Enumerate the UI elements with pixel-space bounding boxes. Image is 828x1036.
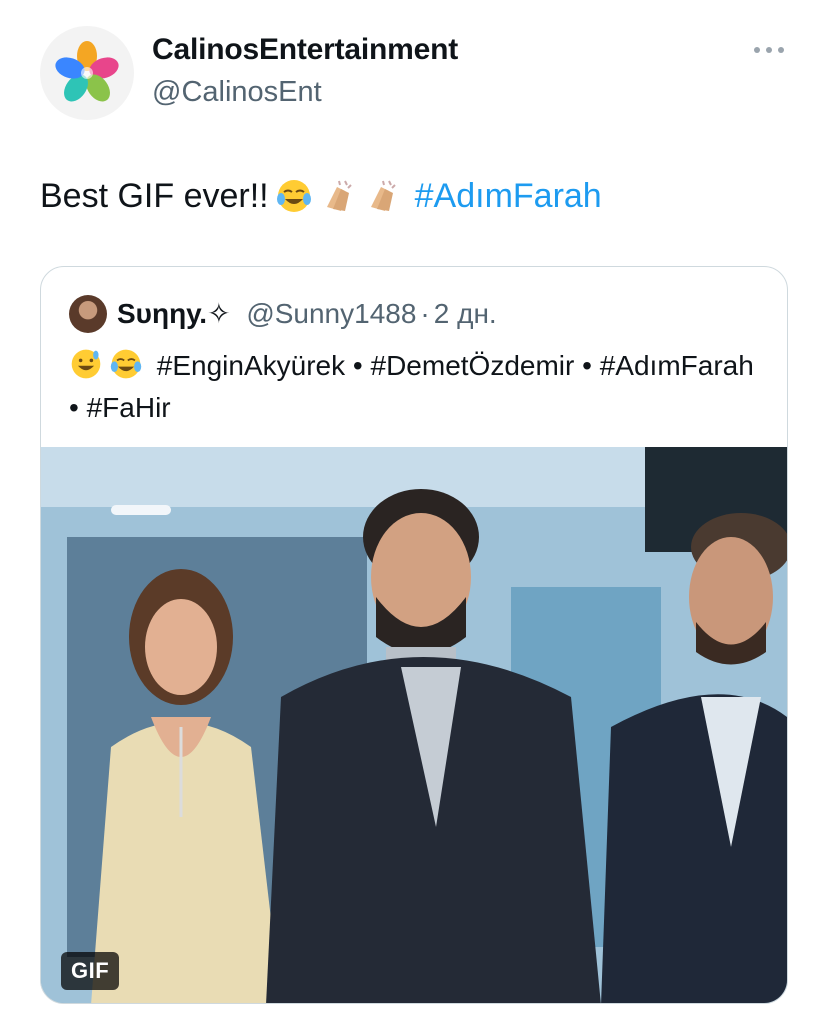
gif-frame-illustration (41, 447, 787, 1003)
clapping-hands-icon (363, 177, 401, 215)
quoted-tweet-header: Sυηηу.✧ @Sunny1488 · 2 дн. (117, 295, 497, 333)
quoted-tweet-text: #EnginAkyürek • #DemetÖzdemir • #AdımFar… (69, 345, 769, 429)
quoted-author-avatar[interactable] (69, 295, 107, 333)
bullet: • (352, 350, 363, 381)
clapping-hands-icon (319, 177, 357, 215)
face-with-tears-of-joy-icon (109, 347, 143, 381)
gif-badge: GIF (61, 952, 120, 990)
face-with-tears-of-joy-icon (275, 177, 313, 215)
hashtag-text[interactable]: #FaHir (87, 392, 171, 423)
quoted-author-handle[interactable]: @Sunny1488 (246, 298, 416, 329)
tweet-text: Best GIF ever!! (40, 177, 269, 215)
flower-logo-icon (55, 41, 119, 102)
bullet: • (582, 350, 592, 381)
hashtag-text[interactable]: #DemetÖzdemir (371, 350, 575, 381)
author-handle[interactable]: @CalinosEnt (152, 76, 322, 109)
gif-media[interactable]: GIF (41, 447, 787, 1003)
meta-separator: · (420, 298, 430, 329)
author-display-name[interactable]: CalinosEntertainment (152, 33, 458, 67)
hashtag-text[interactable]: #AdımFarah (600, 350, 754, 381)
tweet-body: Best GIF ever!! #AdımFarah (40, 176, 602, 216)
more-options-icon[interactable] (754, 40, 784, 60)
bullet: • (69, 392, 79, 423)
hashtag-text[interactable]: #EnginAkyürek (157, 350, 345, 381)
quoted-tweet-time[interactable]: 2 дн. (434, 298, 497, 329)
quoted-tweet-card[interactable]: Sυηηу.✧ @Sunny1488 · 2 дн. #EnginAkyürek •… (40, 266, 788, 1004)
author-avatar[interactable] (40, 26, 134, 120)
hashtag-link[interactable]: #AdımFarah (415, 176, 602, 216)
quoted-author-name[interactable]: Sυηηу.✧ (117, 298, 231, 329)
grinning-face-with-sweat-icon (69, 347, 103, 381)
